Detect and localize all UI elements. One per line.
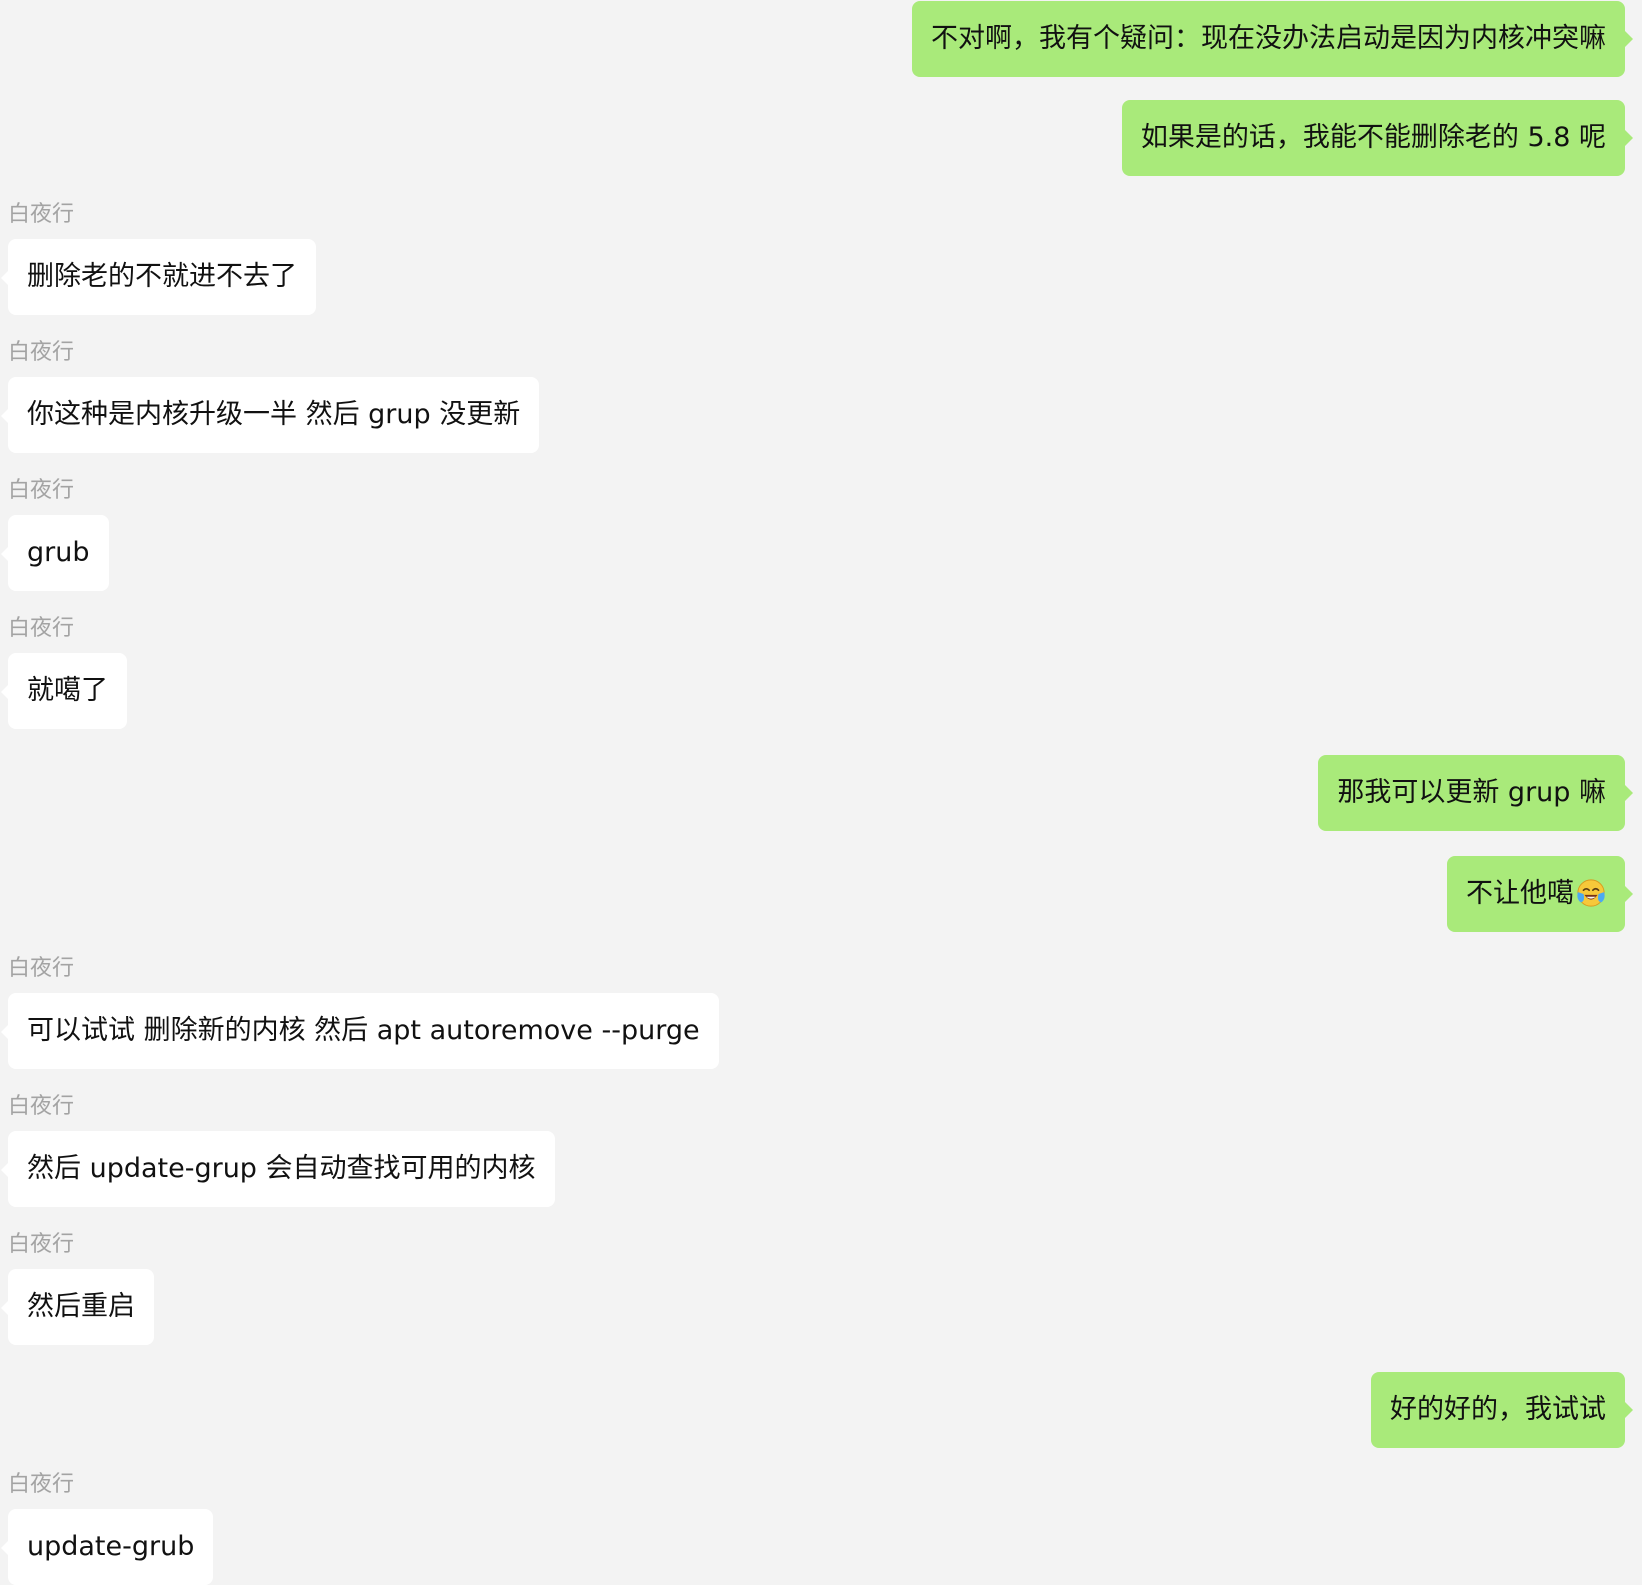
message-bubble[interactable]: 可以试试 删除新的内核 然后 apt autoremove --purge: [1, 993, 719, 1069]
outgoing-message: 如果是的话，我能不能删除老的 5.8 呢: [1121, 100, 1634, 176]
message-text: 就噶了: [27, 675, 108, 706]
message-text: 你这种是内核升级一半 然后 grup 没更新: [27, 399, 521, 430]
chat-message-list[interactable]: 不对啊，我有个疑问：现在没办法启动是因为内核冲突嘛 如果是的话，我能不能删除老的…: [0, 0, 1642, 1585]
sender-name: 白夜行: [8, 956, 75, 981]
message-text: 然后 update-grup 会自动查找可用的内核: [27, 1153, 536, 1184]
message-bubble[interactable]: 就噶了: [1, 653, 127, 729]
incoming-message: 白夜行 你这种是内核升级一半 然后 grup 没更新: [0, 340, 540, 453]
message-text: 如果是的话，我能不能删除老的 5.8 呢: [1140, 122, 1606, 153]
incoming-message: 白夜行 就噶了: [1, 616, 127, 729]
incoming-message: 白夜行 可以试试 删除新的内核 然后 apt autoremove --purg…: [1, 956, 719, 1069]
outgoing-message: 不对啊，我有个疑问：现在没办法启动是因为内核冲突嘛: [912, 1, 1633, 77]
message-text: 不对啊，我有个疑问：现在没办法启动是因为内核冲突嘛: [931, 23, 1606, 54]
sender-name: 白夜行: [8, 1232, 75, 1257]
sender-name: 白夜行: [8, 616, 75, 641]
sender-name: 白夜行: [8, 1472, 75, 1497]
incoming-message: 白夜行 删除老的不就进不去了: [1, 202, 316, 315]
message-text: 删除老的不就进不去了: [27, 261, 297, 292]
incoming-message: 白夜行 update-grub: [0, 1472, 214, 1585]
message-bubble[interactable]: 那我可以更新 grup 嘛: [1318, 755, 1633, 831]
outgoing-message: 不让他噶: [1447, 856, 1633, 932]
message-text: 不让他噶: [1466, 878, 1574, 909]
message-text: 可以试试 删除新的内核 然后 apt autoremove --purge: [27, 1015, 700, 1046]
sender-name: 白夜行: [8, 478, 75, 503]
message-text: 好的好的，我试试: [1390, 1394, 1606, 1425]
outgoing-message: 好的好的，我试试: [1371, 1372, 1633, 1448]
message-bubble[interactable]: 删除老的不就进不去了: [1, 239, 316, 315]
message-bubble[interactable]: 不对啊，我有个疑问：现在没办法启动是因为内核冲突嘛: [912, 1, 1633, 77]
laughing-crying-emoji-icon: [1577, 878, 1605, 907]
sender-name: 白夜行: [8, 202, 75, 227]
message-bubble[interactable]: 如果是的话，我能不能删除老的 5.8 呢: [1121, 100, 1634, 176]
message-bubble[interactable]: grub: [1, 515, 109, 591]
sender-name: 白夜行: [8, 1094, 75, 1119]
incoming-message: 白夜行 grub: [1, 478, 109, 591]
incoming-message: 白夜行 然后 update-grup 会自动查找可用的内核: [1, 1094, 555, 1207]
sender-name: 白夜行: [8, 340, 75, 365]
outgoing-message: 那我可以更新 grup 嘛: [1318, 755, 1633, 831]
message-bubble[interactable]: 好的好的，我试试: [1371, 1372, 1633, 1448]
message-text: 那我可以更新 grup 嘛: [1337, 777, 1606, 808]
message-text: grub: [27, 537, 90, 568]
message-text: update-grub: [27, 1531, 195, 1562]
message-bubble[interactable]: 然后重启: [1, 1269, 154, 1345]
message-bubble[interactable]: 然后 update-grup 会自动查找可用的内核: [1, 1131, 555, 1207]
message-bubble[interactable]: 你这种是内核升级一半 然后 grup 没更新: [0, 377, 540, 453]
incoming-message: 白夜行 然后重启: [1, 1232, 154, 1345]
message-bubble[interactable]: 不让他噶: [1447, 856, 1633, 932]
message-text: 然后重启: [27, 1291, 135, 1322]
